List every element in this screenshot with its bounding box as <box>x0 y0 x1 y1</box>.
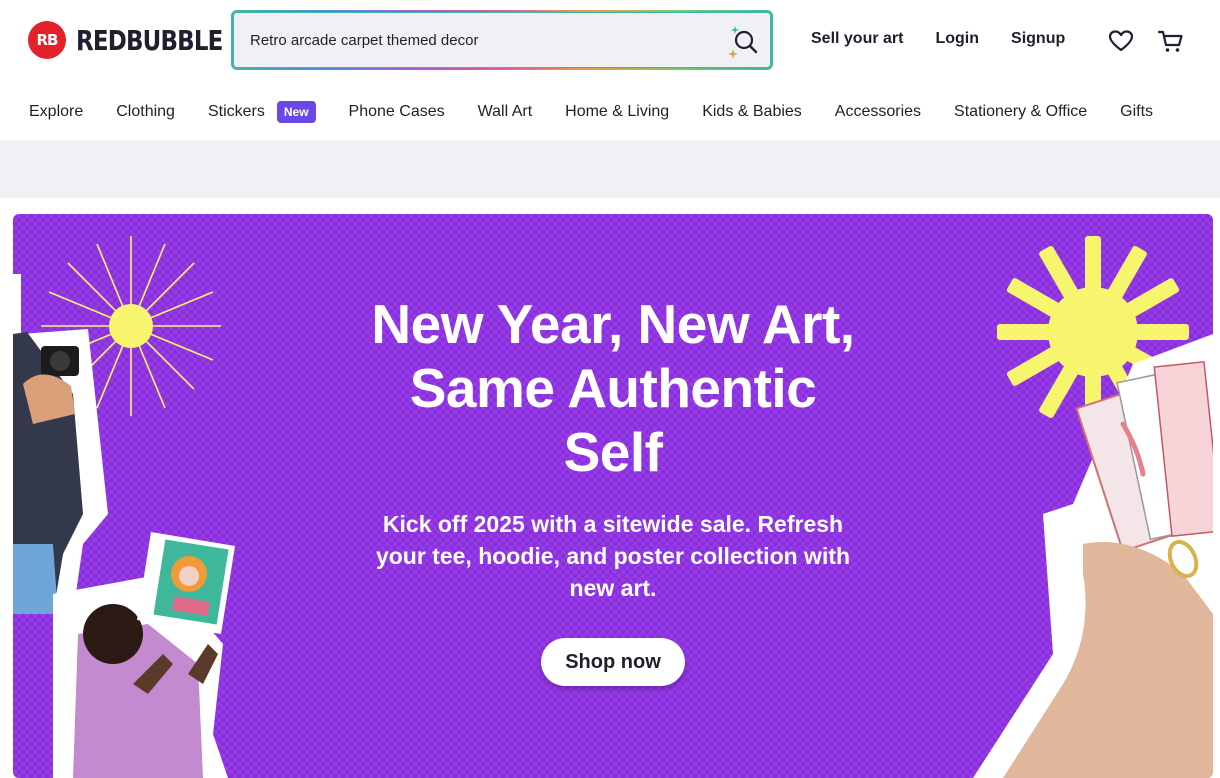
nav-label: Phone Cases <box>348 103 445 120</box>
nav-label: Explore <box>29 103 84 120</box>
nav-label: Clothing <box>116 103 175 120</box>
nav-label: Stickers <box>207 103 265 120</box>
cart-icon[interactable] <box>1157 27 1185 55</box>
nav-item-gifts[interactable]: Gifts <box>1120 103 1153 121</box>
woman-poster-collage <box>53 532 235 778</box>
header-links: Sell your art Login Signup <box>811 30 1065 48</box>
shop-now-button[interactable]: Shop now <box>541 638 685 686</box>
nav-item-wall-art[interactable]: Wall Art <box>478 103 533 121</box>
search-bar <box>231 10 773 70</box>
signup-link[interactable]: Signup <box>1011 30 1065 48</box>
logo-mark-text: RB <box>36 31 59 49</box>
logo-mark-icon: RB <box>28 21 66 59</box>
sell-your-art-link[interactable]: Sell your art <box>811 30 903 48</box>
nav-item-kids-babies[interactable]: Kids & Babies <box>702 103 802 121</box>
search-field-wrapper <box>233 12 771 68</box>
search-sparkle-icon[interactable] <box>726 25 760 59</box>
hero-subtitle: Kick off 2025 with a sitewide sale. Refr… <box>375 511 851 601</box>
site-header: RB REDBUBBLE Sell your art Login Signup <box>0 0 1220 84</box>
new-badge: New <box>276 101 316 123</box>
heart-icon[interactable] <box>1107 27 1135 55</box>
nav-item-explore[interactable]: Explore <box>29 103 83 121</box>
nav-item-accessories[interactable]: Accessories <box>835 103 921 121</box>
nav-item-clothing[interactable]: Clothing <box>116 103 175 121</box>
hero-title: New Year, New Art, Same Authentic Self <box>371 293 855 483</box>
nav-label: Gifts <box>1120 103 1154 120</box>
redbubble-logo[interactable]: RB REDBUBBLE <box>28 21 255 59</box>
nav-item-phone-cases[interactable]: Phone Cases <box>349 103 445 121</box>
nav-label: Stationery & Office <box>954 103 1088 120</box>
search-input[interactable] <box>250 13 710 67</box>
login-link[interactable]: Login <box>935 30 979 48</box>
hero-banner[interactable]: New Year, New Art, Same Authentic Self K… <box>13 214 1213 778</box>
nav-item-home-living[interactable]: Home & Living <box>565 103 669 121</box>
nav-label: Wall Art <box>477 103 533 120</box>
nav-item-stickers[interactable]: Stickers New <box>208 101 316 123</box>
nav-label: Kids & Babies <box>702 103 802 120</box>
logo-wordmark: REDBUBBLE <box>76 23 223 57</box>
category-nav: Explore Clothing Stickers New Phone Case… <box>29 94 1153 130</box>
photographer-collage <box>13 274 108 614</box>
nav-label: Home & Living <box>565 103 670 120</box>
nav-label: Accessories <box>834 103 922 120</box>
nav-item-stationery-office[interactable]: Stationery & Office <box>954 103 1087 121</box>
promo-band <box>0 140 1220 198</box>
